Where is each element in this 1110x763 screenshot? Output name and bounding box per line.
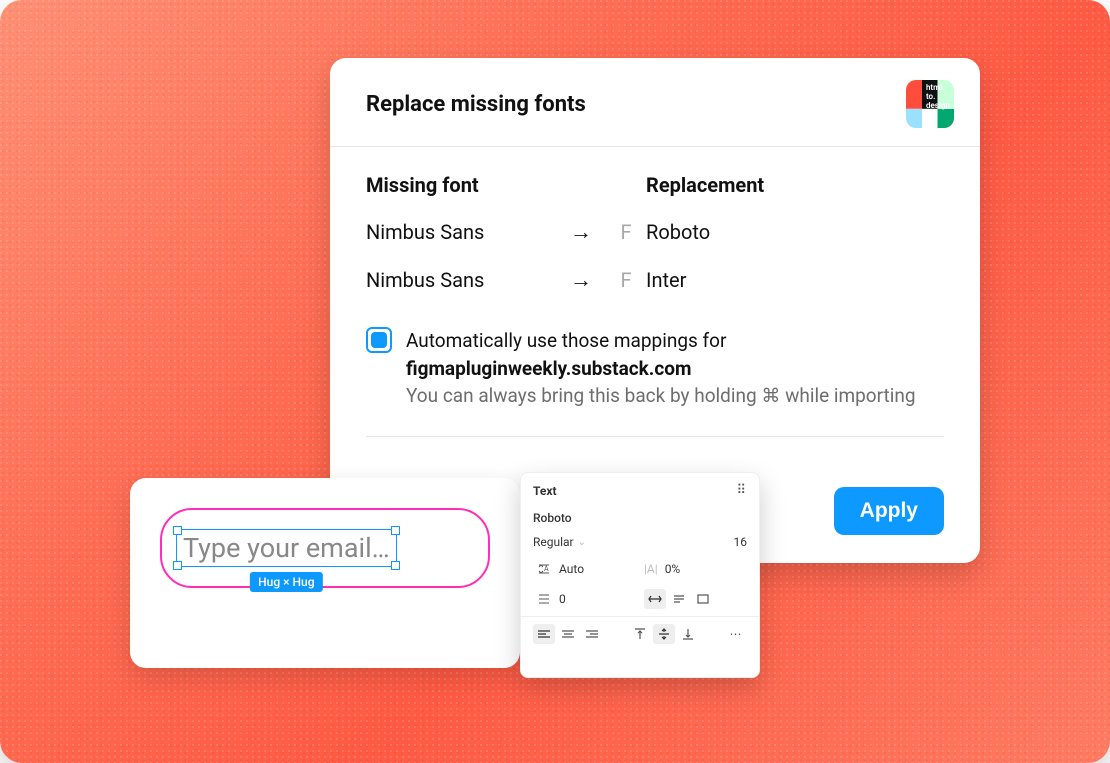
more-type-options-icon[interactable]: ⋯ — [725, 627, 747, 641]
panel-drag-handle-icon[interactable]: ⠿ — [736, 483, 747, 498]
auto-width-icon[interactable] — [644, 589, 666, 609]
text-align-right-icon[interactable] — [581, 624, 603, 644]
text-align-middle-icon[interactable] — [653, 624, 675, 644]
font-size-input[interactable]: 16 — [734, 535, 748, 549]
autolayout-size-tag: Hug × Hug — [250, 572, 322, 592]
fixed-size-icon[interactable] — [692, 589, 714, 609]
auto-use-description: Automatically use those mappings for fig… — [406, 327, 944, 410]
missing-font-name: Nimbus Sans — [366, 220, 556, 244]
font-family-glyph-icon: F — [606, 268, 646, 292]
text-align-left-icon[interactable] — [533, 624, 555, 644]
frame-selection-outline: Type your email… Hug × Hug — [160, 508, 490, 588]
font-family-glyph-icon: F — [606, 220, 646, 244]
replacement-font-name[interactable]: Inter — [646, 268, 944, 292]
placeholder-text-value: Type your email… — [183, 532, 390, 564]
letter-spacing-icon: |A| — [644, 562, 658, 576]
selected-text-node[interactable]: Type your email… Hug × Hug — [176, 529, 397, 567]
panel-title: Text — [533, 484, 557, 498]
auto-use-checkbox[interactable] — [366, 327, 392, 353]
arrow-icon: → — [556, 267, 606, 293]
text-align-center-icon[interactable] — [557, 624, 579, 644]
apply-button[interactable]: Apply — [834, 487, 944, 535]
paragraph-spacing-icon — [533, 589, 555, 609]
replacement-font-name[interactable]: Roboto — [646, 220, 944, 244]
line-height-input[interactable]: Auto — [559, 562, 584, 576]
letter-spacing-input[interactable]: 0% — [665, 562, 681, 576]
design-canvas-card: Type your email… Hug × Hug — [130, 478, 520, 668]
missing-font-name: Nimbus Sans — [366, 268, 556, 292]
text-properties-panel: Text ⠿ Roboto Regular ⌄ 16 A Auto |A| — [520, 472, 760, 678]
background-canvas: Replace missing fonts Missing font Repla… — [0, 0, 1110, 763]
font-family-select[interactable]: Roboto — [533, 511, 572, 525]
column-header-missing: Missing font — [366, 173, 556, 197]
line-height-icon: A — [533, 559, 555, 579]
chevron-down-icon: ⌄ — [578, 537, 586, 548]
html-to-design-plugin-icon — [906, 80, 954, 128]
arrow-icon: → — [556, 219, 606, 245]
text-align-bottom-icon[interactable] — [677, 624, 699, 644]
column-header-replacement: Replacement — [646, 173, 944, 197]
font-weight-select[interactable]: Regular — [533, 535, 574, 549]
text-align-top-icon[interactable] — [629, 624, 651, 644]
paragraph-spacing-input[interactable]: 0 — [559, 592, 566, 606]
modal-title: Replace missing fonts — [366, 92, 586, 117]
svg-text:A: A — [544, 565, 549, 573]
auto-height-icon[interactable] — [668, 589, 690, 609]
